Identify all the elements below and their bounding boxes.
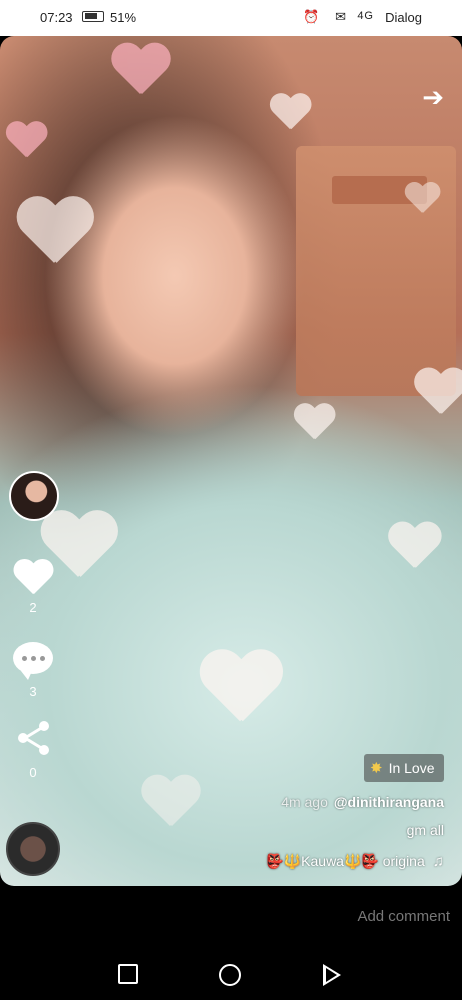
comment-button[interactable]: 3 bbox=[8, 642, 58, 699]
comment-count: 3 bbox=[29, 684, 37, 699]
battery-percentage: 51% bbox=[110, 10, 137, 25]
heart-overlay bbox=[387, 523, 441, 572]
recents-icon[interactable] bbox=[118, 964, 138, 984]
heart-overlay bbox=[404, 183, 440, 215]
share-button[interactable]: 0 bbox=[8, 718, 58, 780]
post-caption: gm all bbox=[406, 822, 444, 838]
post-meta: 4m ago @dinithirangana bbox=[281, 794, 444, 810]
heart-overlay bbox=[110, 44, 170, 98]
heart-overlay bbox=[15, 198, 93, 268]
comment-bubble-icon bbox=[13, 642, 53, 680]
battery-icon bbox=[82, 11, 104, 22]
carrier-name: Dialog bbox=[385, 10, 422, 25]
post-time-ago: 4m ago bbox=[281, 794, 328, 810]
music-note-icon: ♫ bbox=[432, 853, 444, 870]
post-username[interactable]: @dinithirangana bbox=[334, 794, 444, 810]
music-disc[interactable] bbox=[6, 822, 60, 876]
sound-info[interactable]: 👺🔱Kauwa🔱👺 origina ♫ bbox=[266, 853, 444, 870]
like-button[interactable]: 2 bbox=[8, 560, 58, 615]
heart-overlay bbox=[140, 776, 200, 830]
arrow-right-icon[interactable]: ➔ bbox=[422, 82, 444, 113]
share-nodes-icon bbox=[18, 721, 49, 755]
sparkle-star-icon: ✸ bbox=[370, 760, 383, 777]
creator-avatar[interactable] bbox=[9, 471, 59, 521]
add-comment-input[interactable]: Add comment bbox=[357, 908, 450, 925]
like-count: 2 bbox=[29, 600, 37, 615]
heart-overlay bbox=[5, 122, 47, 160]
system-nav-bar bbox=[0, 946, 462, 1000]
status-icons: ⏰ ✉ bbox=[303, 9, 352, 24]
signal-strength: 4G bbox=[357, 10, 374, 22]
effect-chip[interactable]: ✸ In Love bbox=[364, 754, 444, 782]
heart-overlay bbox=[413, 369, 462, 418]
heart-overlay bbox=[198, 651, 282, 727]
back-icon[interactable] bbox=[323, 964, 341, 986]
status-bar: 07:23 51% ⏰ ✉ 4G Dialog bbox=[0, 0, 462, 36]
heart-icon bbox=[12, 560, 54, 598]
sound-title: 👺🔱Kauwa🔱👺 origina bbox=[266, 853, 425, 869]
share-count: 0 bbox=[29, 765, 37, 780]
heart-overlay bbox=[293, 404, 335, 442]
heart-overlay bbox=[269, 94, 311, 132]
status-time: 07:23 bbox=[40, 10, 73, 25]
home-icon[interactable] bbox=[219, 964, 241, 986]
comment-bar[interactable]: Add comment bbox=[0, 886, 462, 946]
effect-label: In Love bbox=[388, 760, 435, 776]
